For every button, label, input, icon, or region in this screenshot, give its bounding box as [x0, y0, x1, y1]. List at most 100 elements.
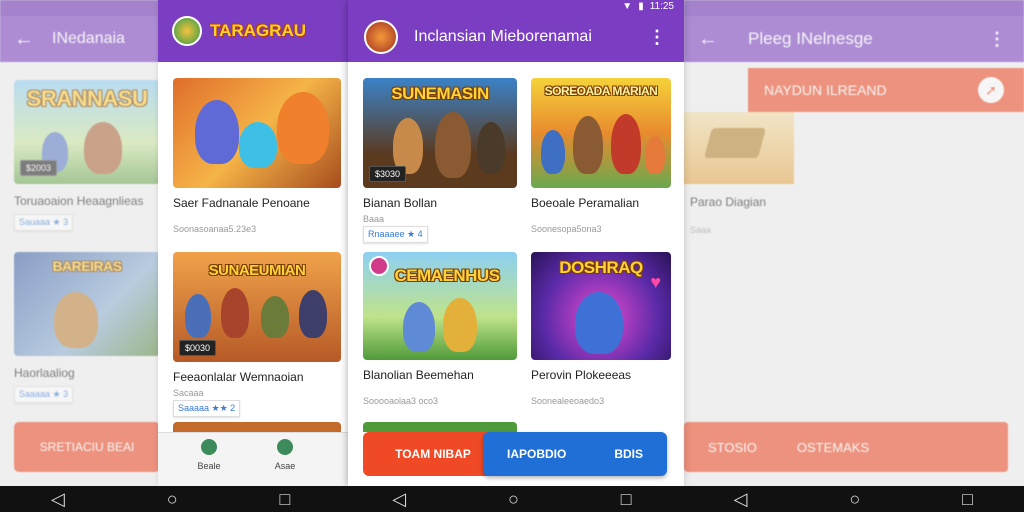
price-badge: $0030 — [179, 340, 217, 356]
overflow-menu-icon[interactable]: ⋮ — [648, 27, 666, 48]
game-card[interactable]: CEMAENHUS Blanolian Beemehan Sooooaolaa3… — [363, 252, 517, 406]
nav-home-icon[interactable]: ○ — [849, 490, 860, 508]
game-card[interactable]: DOSHRAQ ♥ Perovin Plokeeeas Soonealeeoae… — [531, 252, 671, 406]
action-label-one: STOSIO — [708, 439, 757, 455]
game-art-title: SOREOADA MARIAN — [544, 84, 658, 98]
game-subtitle: Sacaaa — [173, 388, 204, 398]
game-icon — [277, 439, 293, 455]
game-name: Haorlaaliog — [14, 366, 75, 380]
game-card[interactable]: SUNEMASIN $3030 Bianan Bollan Baaa Rnaaa… — [363, 78, 517, 243]
game-card[interactable]: SOREOADA MARIAN Boeoale Peramalian Soone… — [531, 78, 671, 234]
nav-recents-icon[interactable]: □ — [962, 490, 973, 508]
app-title: INedanaia — [52, 30, 125, 47]
status-bar: ▼ ▮ 11:25 — [348, 0, 684, 12]
back-arrow-icon[interactable]: ← — [14, 28, 34, 51]
nav-recents-icon[interactable]: □ — [279, 490, 290, 508]
app-logo-icon — [172, 16, 202, 46]
game-art-title: DOSHRAQ — [559, 258, 643, 277]
primary-action-button[interactable]: TOAM NIBAP — [363, 432, 503, 476]
nav-home-icon[interactable]: ○ — [508, 490, 519, 508]
game-art-title: SUNAEUMIAN — [208, 262, 306, 279]
app-bar: TARAGRAU — [158, 0, 348, 62]
tab-asae[interactable]: Asae — [270, 439, 300, 471]
system-nav-bar: ◁ ○ □ ◁ ○ □ ◁ ○ □ — [0, 486, 1024, 512]
game-name: Blanolian Beemehan — [363, 368, 474, 382]
status-time: 11:25 — [649, 0, 674, 12]
button-label-primary: IAPOBDIO — [506, 447, 567, 461]
app-title: Inclansian Mieborenamai — [414, 28, 592, 45]
nav-recents-icon[interactable]: □ — [621, 490, 632, 508]
game-name: Perovin Plokeeeas — [531, 368, 632, 382]
nav-home-icon[interactable]: ○ — [167, 490, 178, 508]
game-name: Boeoale Peramalian — [531, 196, 640, 210]
game-list-screen-two: TARAGRAU Saer Fadnanale Penoane Soonasoa… — [158, 0, 348, 486]
status-bar — [0, 0, 160, 16]
nav-back-icon[interactable]: ◁ — [734, 490, 748, 508]
game-art-title: BAREIRAS — [52, 258, 122, 274]
rating-chip: Sauaaa ★ 3 — [14, 214, 74, 231]
game-card[interactable]: SUNAEUMIAN $0030 Feeaonlalar Wemnaoian S… — [173, 252, 341, 417]
price-badge: $2003 — [20, 160, 58, 176]
bottom-action-bar[interactable]: STOSIO OSTEMAKS — [684, 422, 1008, 472]
game-thumbnail[interactable]: SRANNASU $2003 — [14, 80, 160, 184]
game-name: Saer Fadnanale Penoane — [173, 196, 310, 210]
left-app-screen: ← INedanaia SRANNASU $2003 Toruaoaion He… — [0, 0, 160, 486]
game-subtitle: Saaa — [690, 225, 712, 235]
right-app-screen: ← Pleeg INelnesge ⋮ NAYDUN ILREAND ➚ Par… — [684, 0, 1024, 486]
game-thumbnail[interactable]: SUNEMASIN $3030 — [363, 78, 517, 188]
app-title: Pleeg INelnesge — [748, 29, 873, 48]
arrow-icon: ➚ — [978, 77, 1004, 103]
back-arrow-icon[interactable]: ← — [698, 28, 718, 51]
nav-back-icon[interactable]: ◁ — [392, 490, 406, 508]
heart-icon: ♥ — [650, 272, 661, 292]
game-thumbnail[interactable]: BAREIRAS — [14, 252, 160, 356]
game-card[interactable]: SRANNASU $2003 Toruaoaion Heaagnlieas Sa… — [14, 80, 160, 231]
primary-button[interactable]: SRETIACIU BEAI — [14, 422, 160, 472]
app-bar: ← INedanaia — [0, 16, 160, 62]
game-name: Feeaonlalar Wemnaoian — [173, 370, 304, 384]
game-thumbnail[interactable]: SOREOADA MARIAN — [531, 78, 671, 188]
status-bar — [684, 0, 1024, 16]
game-art-title: CEMAENHUS — [394, 266, 500, 285]
game-card[interactable]: Saer Fadnanale Penoane Soonasoanaa5.23e3 — [173, 78, 341, 234]
game-thumbnail[interactable] — [684, 112, 794, 184]
overflow-menu-icon[interactable]: ⋮ — [988, 29, 1006, 50]
next-card-peek — [173, 422, 341, 432]
app-bar: ← Pleeg INelnesge ⋮ — [684, 16, 1024, 62]
nav-back-icon[interactable]: ◁ — [51, 490, 65, 508]
home-icon — [201, 439, 217, 455]
game-art-title: SUNEMASIN — [391, 84, 489, 103]
app-avatar-icon — [364, 20, 398, 54]
game-list-screen-main: ▼ ▮ 11:25 Inclansian Mieborenamai ⋮ SUNE… — [348, 0, 684, 486]
action-label-two: OSTEMAKS — [796, 439, 870, 455]
game-name: Toruaoaion Heaagnlieas — [14, 194, 144, 208]
game-art-shape — [703, 128, 767, 158]
next-card-peek — [363, 422, 517, 432]
rating-chip: Saaaaa ★★ 2 — [173, 400, 241, 417]
rating-chip: Saaaaa ★ 3 — [14, 386, 74, 403]
wifi-icon: ▼ — [622, 0, 633, 12]
game-subtitle: Soonasoanaa5.23e3 — [173, 224, 257, 234]
game-art-title: SRANNASU — [26, 86, 148, 111]
game-name: Parao Diagian — [690, 195, 767, 209]
game-subtitle: Soonesopa5ona3 — [531, 224, 602, 234]
rating-chip: Rnaaaee ★ 4 — [363, 226, 428, 243]
price-badge: $3030 — [369, 166, 407, 182]
game-thumbnail[interactable] — [173, 78, 341, 188]
bottom-tab-bar: Beale Asae — [158, 432, 348, 486]
game-subtitle: Soonealeeoaedo3 — [531, 396, 605, 406]
promo-banner[interactable]: NAYDUN ILREAND ➚ — [748, 68, 1024, 112]
app-logo-text: TARAGRAU — [210, 21, 307, 40]
app-bar: Inclansian Mieborenamai ⋮ — [348, 12, 684, 62]
game-name: Bianan Bollan — [363, 196, 438, 210]
secondary-action-button[interactable]: IAPOBDIO BDIS — [483, 432, 667, 476]
game-thumbnail[interactable]: SUNAEUMIAN $0030 — [173, 252, 341, 362]
button-label-secondary: BDIS — [614, 447, 643, 461]
game-subtitle: Sooooaolaa3 oco3 — [363, 396, 439, 406]
game-subtitle: Baaa — [363, 214, 385, 224]
game-card[interactable]: BAREIRAS Haorlaaliog Saaaaa ★ 3 — [14, 252, 160, 403]
tab-beale[interactable]: Beale — [194, 439, 224, 471]
game-thumbnail[interactable]: DOSHRAQ ♥ — [531, 252, 671, 360]
game-thumbnail[interactable]: CEMAENHUS — [363, 252, 517, 360]
battery-icon: ▮ — [638, 0, 644, 12]
